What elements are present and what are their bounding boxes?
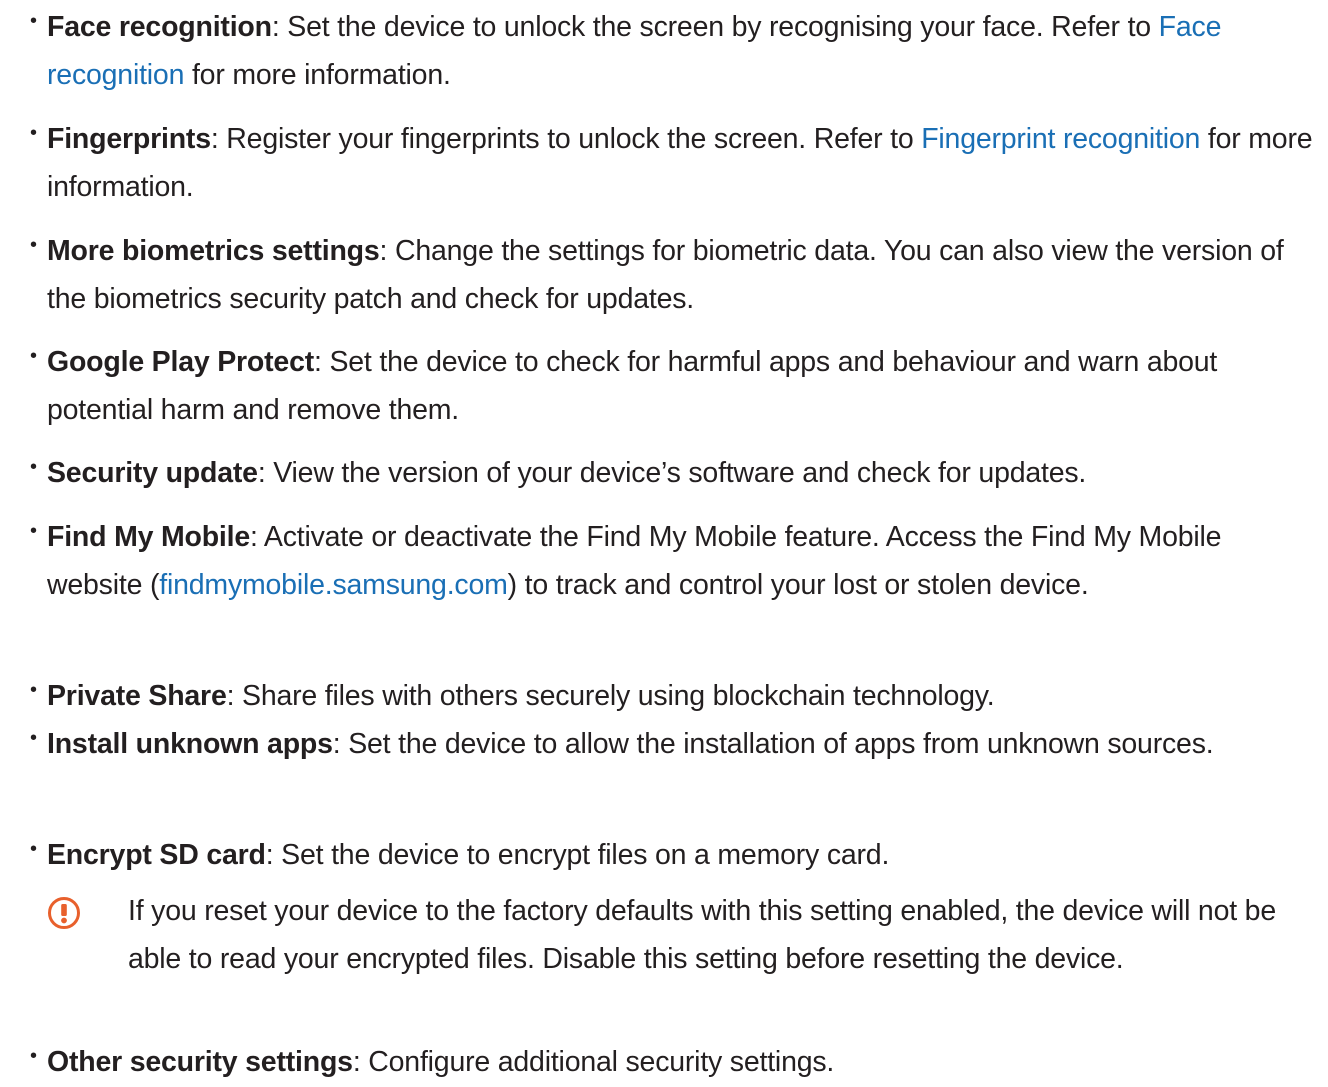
item-description: : Set the device to allow the installati… bbox=[332, 728, 1214, 760]
item-term: Fingerprints bbox=[47, 123, 211, 155]
item-description: : Share files with others securely using… bbox=[226, 680, 995, 712]
item-description: : View the version of your device’s soft… bbox=[257, 457, 1087, 489]
list-item-text: Encrypt SD card: Set the device to encry… bbox=[47, 832, 1317, 880]
item-term: Encrypt SD card bbox=[47, 839, 266, 871]
list-item-text: Other security settings: Configure addit… bbox=[47, 1039, 1317, 1087]
bullet: • bbox=[30, 345, 38, 367]
list-item-text: Find My Mobile: Activate or deactivate t… bbox=[47, 514, 1317, 609]
document-page: • Face recognition: Set the device to un… bbox=[0, 0, 1328, 1078]
bullet: • bbox=[30, 679, 38, 701]
list-item-text: Face recognition: Set the device to unlo… bbox=[47, 4, 1317, 99]
item-term: Face recognition bbox=[47, 11, 272, 43]
bullet: • bbox=[30, 1045, 38, 1067]
item-description-end: for more information. bbox=[184, 58, 451, 91]
item-term: More biometrics settings bbox=[47, 235, 380, 267]
findmymobile-link[interactable]: findmymobile.samsung.com bbox=[159, 569, 508, 601]
caution-icon bbox=[47, 896, 81, 930]
item-term: Find My Mobile bbox=[47, 521, 251, 553]
item-term: Private Share bbox=[47, 680, 227, 712]
bullet: • bbox=[30, 10, 38, 32]
item-description: : Configure additional security settings… bbox=[352, 1046, 835, 1078]
bullet: • bbox=[30, 727, 38, 749]
bullet: • bbox=[30, 234, 38, 256]
bullet: • bbox=[30, 456, 38, 478]
list-item-text: Install unknown apps: Set the device to … bbox=[47, 721, 1317, 769]
list-item-text: Google Play Protect: Set the device to c… bbox=[47, 339, 1317, 434]
bullet: • bbox=[30, 122, 38, 144]
bullet: • bbox=[30, 520, 38, 542]
item-term: Install unknown apps bbox=[47, 728, 333, 760]
item-term: Google Play Protect bbox=[47, 346, 315, 378]
list-item-text: Security update: View the version of you… bbox=[47, 450, 1317, 498]
item-description-end: ) to track and control your lost or stol… bbox=[507, 568, 1089, 601]
list-item-text: More biometrics settings: Change the set… bbox=[47, 228, 1317, 323]
list-item-text: Fingerprints: Register your fingerprints… bbox=[47, 116, 1317, 211]
item-term: Other security settings bbox=[47, 1046, 353, 1078]
item-term: Security update bbox=[47, 457, 258, 489]
bullet: • bbox=[30, 838, 38, 860]
caution-note-text: If you reset your device to the factory … bbox=[128, 895, 1276, 975]
item-description: : Set the device to encrypt files on a m… bbox=[265, 839, 890, 871]
item-description: : Register your fingerprints to unlock t… bbox=[210, 123, 922, 155]
fingerprint-recognition-link[interactable]: Fingerprint recognition bbox=[921, 123, 1200, 155]
item-description: : Set the device to unlock the screen by… bbox=[271, 11, 1159, 43]
list-item-text: Private Share: Share files with others s… bbox=[47, 673, 1317, 721]
